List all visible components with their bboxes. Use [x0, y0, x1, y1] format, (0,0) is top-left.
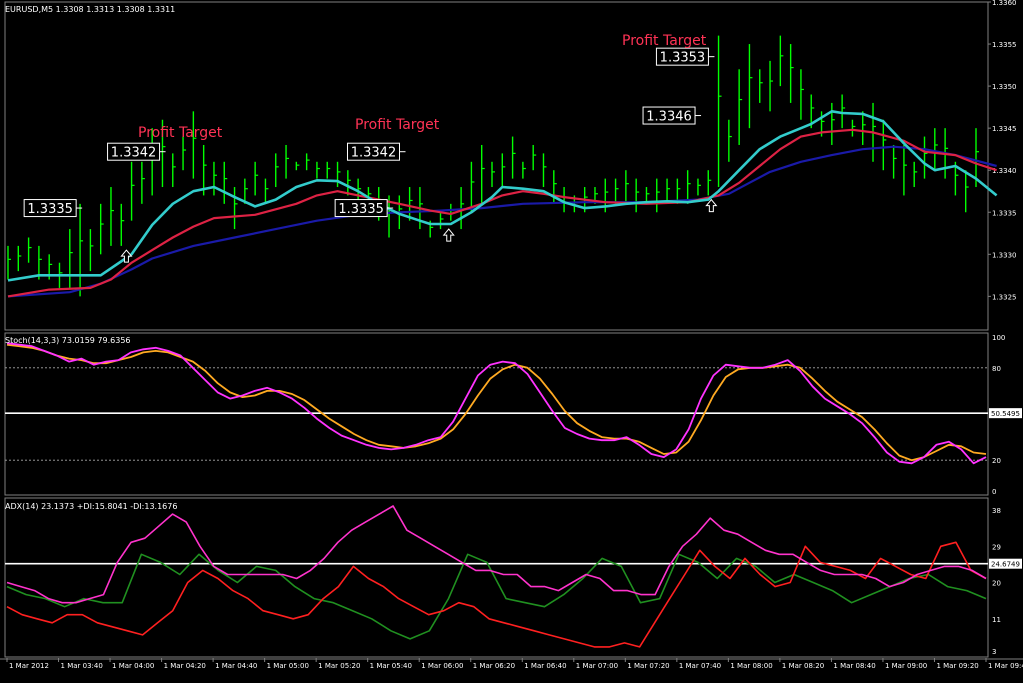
profit-target-annotation: Profit Target: [138, 125, 223, 141]
price-tick-label: 1.3330: [992, 251, 1017, 259]
adx-tick-label: 20: [992, 580, 1001, 588]
profit-target-annotation: Profit Target: [622, 33, 707, 49]
time-tick-label: 1 Mar 09:40: [988, 662, 1023, 670]
price-tick-label: 1.3360: [992, 0, 1017, 7]
panel-frame-2: [4, 497, 989, 658]
stoch-tick-label: 100: [992, 334, 1005, 342]
buy-arrow-icon: [705, 198, 718, 213]
adx-tick-label: 3: [992, 648, 996, 656]
time-tick-label: 1 Mar 06:40: [524, 662, 566, 670]
time-tick-label: 1 Mar 03:40: [61, 662, 103, 670]
time-tick-label: 1 Mar 06:20: [473, 662, 515, 670]
price-tick-label: 1.3355: [992, 41, 1017, 49]
adx-line: [6, 505, 987, 604]
stoch-panel-title: Stoch(14,3,3) 73.0159 79.6356: [5, 336, 131, 345]
price-tick-label: 1.3350: [992, 83, 1017, 91]
price-marker-label: 1.3353: [660, 51, 706, 66]
time-tick-label: 1 Mar 07:20: [627, 662, 669, 670]
time-tick-label: 1 Mar 05:20: [318, 662, 360, 670]
time-tick-label: 1 Mar 2012: [9, 662, 49, 670]
price-panel-title: EURUSD,M5 1.3308 1.3313 1.3308 1.3311: [5, 5, 175, 14]
time-tick-label: 1 Mar 05:00: [267, 662, 309, 670]
price-panel[interactable]: 1.3360 1.3355 1.3350 1.3345 1.3340 1.3335 1.33…: [7, 0, 1017, 301]
time-tick-label: 1 Mar 05:40: [370, 662, 412, 670]
time-tick-label: 1 Mar 09:20: [936, 662, 978, 670]
time-tick-label: 1 Mar 04:20: [164, 662, 206, 670]
price-tick-label: 1.3325: [992, 293, 1017, 301]
price-tick-label: 1.3345: [992, 125, 1017, 133]
adx-panel[interactable]: 38 29 20 11 3 24.6749: [5, 505, 1022, 656]
time-tick-label: 1 Mar 06:00: [421, 662, 463, 670]
time-tick-label: 1 Mar 08:00: [730, 662, 772, 670]
stochastic-panel[interactable]: 100 80 20 0 50.5495: [5, 334, 1022, 496]
stoch-signal-line: [6, 343, 987, 462]
profit-target-annotation: Profit Target: [355, 117, 440, 133]
chart-window[interactable]: 1.3360 1.3355 1.3350 1.3345 1.3340 1.3335 1.33…: [0, 0, 1023, 679]
adx-tick-label: 38: [992, 507, 1001, 515]
panel-frame-1: [4, 332, 989, 496]
time-tick-label: 1 Mar 07:40: [679, 662, 721, 670]
price-marker-label: 1.3335: [338, 202, 384, 217]
time-tick-label: 1 Mar 04:00: [112, 662, 154, 670]
price-marker-label: 1.3342: [111, 146, 157, 161]
chart-canvas[interactable]: 1.3360 1.3355 1.3350 1.3345 1.3340 1.3335 1.33…: [0, 0, 1023, 679]
adx-level-label: 24.6749: [991, 561, 1020, 569]
stoch-tick-label: 20: [992, 457, 1001, 465]
price-marker-label: 1.3335: [27, 202, 73, 217]
stoch-tick-label: 0: [992, 488, 996, 496]
time-tick-label: 1 Mar 09:00: [885, 662, 927, 670]
time-tick-label: 1 Mar 07:00: [576, 662, 618, 670]
price-tick-label: 1.3340: [992, 167, 1017, 175]
stoch-level-label: 50.5495: [991, 410, 1020, 418]
price-marker-label: 1.3342: [351, 146, 397, 161]
time-tick-label: 1 Mar 08:20: [782, 662, 824, 670]
time-axis: 1 Mar 2012 1 Mar 03:40 1 Mar 04:00 1 Mar 04…: [6, 658, 1023, 670]
adx-panel-title: ADX(14) 23.1373 +DI:15.8041 -DI:13.1676: [5, 502, 177, 511]
panel-frames: [0, 1, 1023, 660]
time-tick-label: 1 Mar 04:40: [215, 662, 257, 670]
price-tick-label: 1.3335: [992, 209, 1017, 217]
adx-tick-label: 29: [992, 543, 1001, 551]
stoch-tick-label: 80: [992, 365, 1001, 373]
adx-tick-label: 11: [992, 616, 1001, 624]
price-marker-label: 1.3346: [646, 110, 692, 125]
time-tick-label: 1 Mar 08:40: [833, 662, 875, 670]
buy-arrow-icon: [442, 228, 455, 242]
